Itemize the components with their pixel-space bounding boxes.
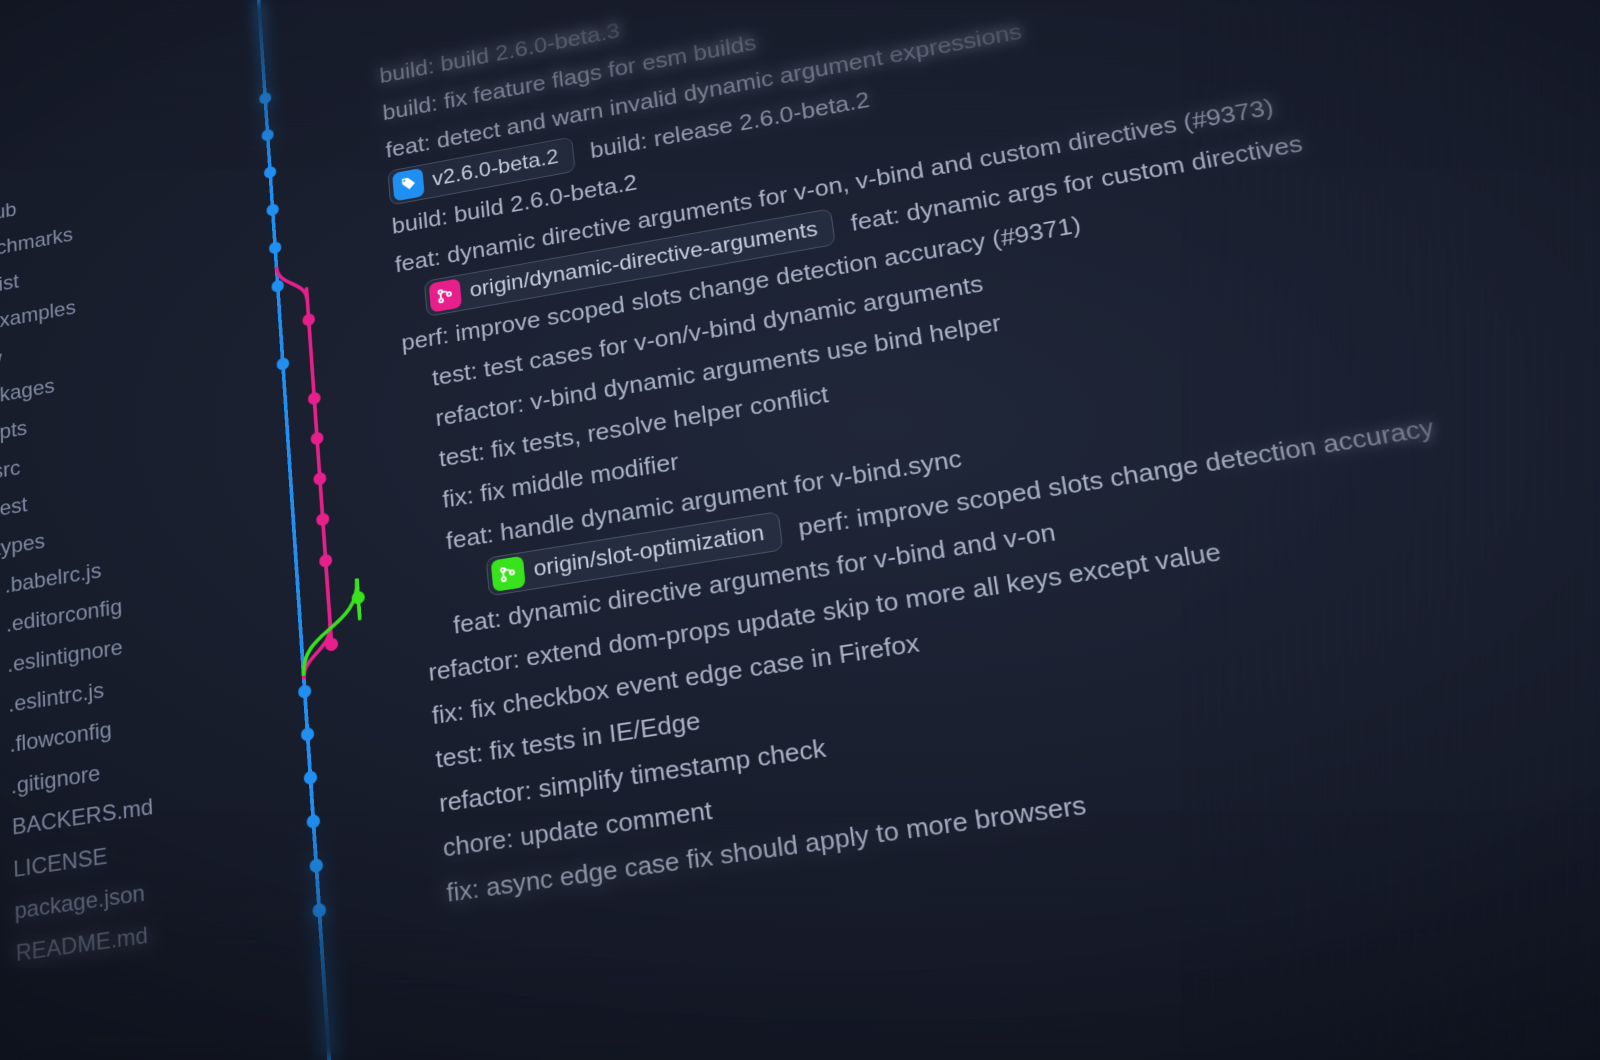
- git-branch-icon: [429, 278, 462, 312]
- git-branch-icon: [491, 556, 526, 592]
- git-history-panel: build: build 2.6.0-beta.3build: fix feat…: [179, 0, 1600, 1060]
- tag-icon: [392, 168, 425, 202]
- tree-item-label: src: [0, 449, 21, 492]
- tree-item-label: test: [0, 486, 28, 530]
